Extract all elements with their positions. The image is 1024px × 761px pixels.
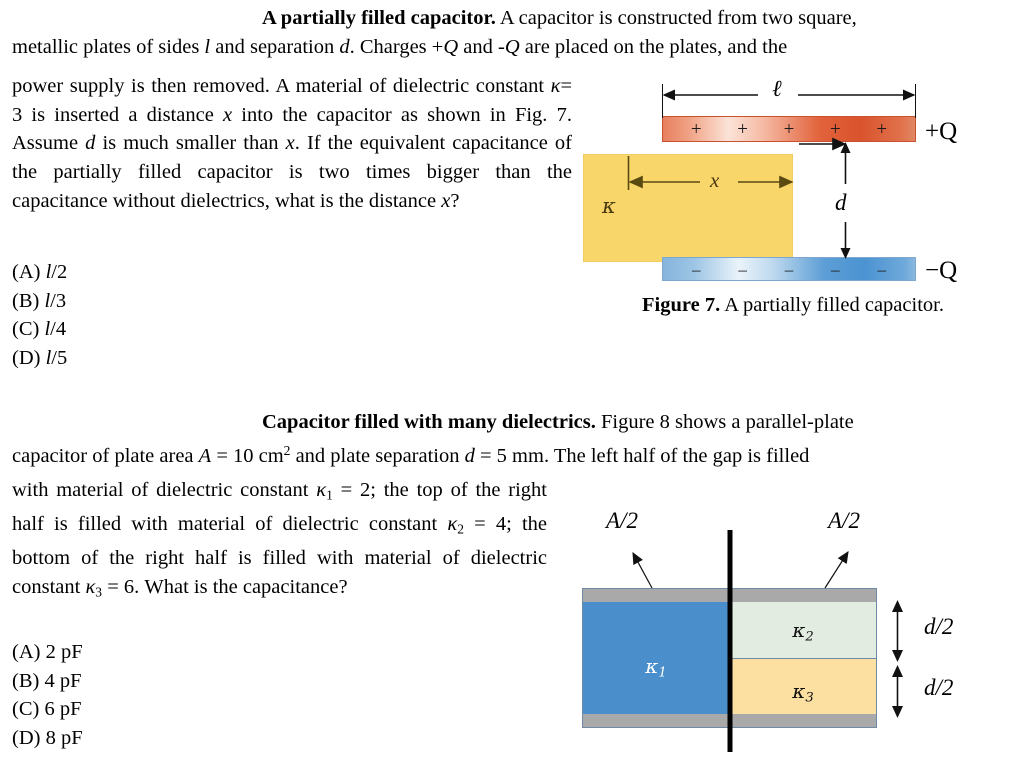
problem-2-body-line1: Figure 8 shows a parallel-plate	[600, 411, 854, 433]
figure-7-caption-text: A partially filled capacitor.	[724, 294, 944, 316]
figure-7: κ + + + + + – – – – – ℓ x d +Q −Q Figure…	[560, 72, 1024, 316]
problem-1-body-line2: metallic plates of sides l and separatio…	[12, 35, 788, 58]
figure-7-caption-label: Figure 7.	[642, 294, 721, 316]
problem-1-paragraph-head: A partially filled capacitor. A capacito…	[12, 4, 1012, 33]
figure-8-d-bottom-label: d/2	[924, 675, 954, 700]
problem-1: A partially filled capacitor. A capacito…	[12, 4, 1012, 61]
problem-2-choice-c[interactable]: (C) 6 pF	[12, 695, 83, 724]
figure-8: κ1 κ2 κ3 A/2 A/2 d/2 d/2	[560, 500, 1024, 761]
problem-2-body-line2: capacitor of plate area A = 10 cm2 and p…	[12, 442, 810, 467]
figure-8-area-right-label: A/2	[828, 508, 860, 533]
figure-8-annotation-lines	[632, 530, 903, 752]
figure-7-plus-q-label: +Q	[925, 118, 958, 145]
problem-2-choices: (A) 2 pF (B) 4 pF (C) 6 pF (D) 8 pF	[12, 638, 83, 752]
problem-1-body-column: power supply is then removed. A material…	[12, 75, 572, 212]
problem-2-body-column: with material of dielectric constant κ1 …	[12, 479, 547, 600]
problem-1-choices: (A) l/2 (B) l/3 (C) l/4 (D) l/5	[12, 258, 67, 372]
problem-1-title: A partially filled capacitor.	[262, 7, 496, 29]
problem-2-choice-a[interactable]: (A) 2 pF	[12, 638, 83, 667]
problem-1-choice-c[interactable]: (C) l/4	[12, 315, 67, 344]
figure-7-length-label: ℓ	[772, 76, 782, 101]
document-page: A partially filled capacitor. A capacito…	[0, 0, 1024, 761]
problem-2-paragraph-head: Capacitor filled with many dielectrics. …	[12, 408, 1012, 437]
figure-7-caption: Figure 7. A partially filled capacitor.	[568, 294, 1018, 317]
problem-1-choice-a[interactable]: (A) l/2	[12, 258, 67, 287]
problem-1-choice-b[interactable]: (B) l/3	[12, 287, 67, 316]
figure-8-area-left-label: A/2	[606, 508, 638, 533]
problem-2-choice-d[interactable]: (D) 8 pF	[12, 724, 83, 753]
problem-1-choice-d[interactable]: (D) l/5	[12, 344, 67, 373]
figure-8-d-top-label: d/2	[924, 614, 954, 639]
figure-7-minus-q-label: −Q	[925, 257, 958, 284]
figure-7-d-label: d	[835, 190, 847, 215]
problem-1-body-line1: A capacitor is constructed from two squa…	[499, 7, 857, 29]
problem-2-choice-b[interactable]: (B) 4 pF	[12, 667, 83, 696]
problem-2: Capacitor filled with many dielectrics. …	[12, 408, 1012, 470]
problem-2-title: Capacitor filled with many dielectrics.	[262, 411, 596, 433]
figure-7-x-label: x	[710, 168, 720, 192]
